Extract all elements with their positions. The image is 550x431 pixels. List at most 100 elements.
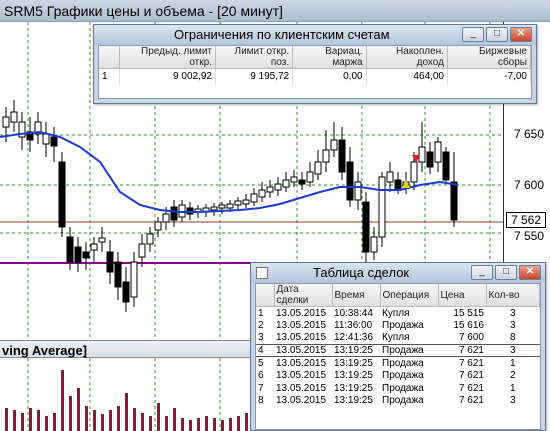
table-cell: 3 [258,332,264,344]
table-cell: 464,00 [366,68,448,85]
table-cell: 13.05.2015 [276,319,327,331]
table-row[interactable]: 2 13.05.2015 11:36:00 Продажа 15 616 3 [256,319,540,332]
column-header[interactable]: Накоплен. доход [366,46,448,69]
indicator-label: ving Average] [2,343,88,358]
table-cell: 13:19:25 [334,357,373,369]
table-cell: 8 [509,332,516,344]
limits-window-titlebar[interactable]: Ограничения по клиентским счетам _ □ ✕ [94,25,536,45]
main-window-titlebar[interactable]: SRM5 Графики цены и объема - [20 минут] [0,0,550,22]
limits-window[interactable]: Ограничения по клиентским счетам _ □ ✕ П… [93,24,537,104]
table-cell: 7 621 [458,357,484,369]
deals-window-title: Таблица сделок [313,265,410,280]
column-header[interactable]: Вариац. маржа [292,46,367,69]
column-header[interactable]: Дата сделки [274,284,333,307]
table-cell: 13.05.2015 [276,370,327,382]
table-row[interactable]: 4 13.05.2015 13:19:25 Продажа 7 621 3 [256,343,540,358]
restore-button[interactable]: □ [495,265,517,280]
table-cell: -7,00 [447,68,532,85]
window-title: SRM5 Графики цены и объема - [20 минут] [4,3,283,19]
current-price-tag: 7 562 [506,212,546,228]
column-header[interactable]: Время [332,284,381,307]
close-button[interactable]: ✕ [519,265,541,280]
column-header[interactable]: Кол-во [486,284,540,307]
table-row[interactable]: 1 9 002,92 9 195,72 0,00 464,00 -7,00 [99,68,532,85]
table-row[interactable]: 8 13.05.2015 13:19:25 Продажа 7 621 3 [256,395,540,408]
table-row[interactable]: 1 13.05.2015 10:38:44 Купля 15 515 3 [256,307,540,320]
table-row[interactable]: 7 13.05.2015 13:19:25 Продажа 7 621 1 [256,382,540,395]
column-header[interactable]: Биржевые сборы [447,46,532,69]
table-row[interactable]: 3 13.05.2015 12:41:36 Купля 7 600 8 [256,332,540,345]
deals-window-titlebar[interactable]: Таблица сделок _ □ ✕ [251,263,545,283]
table-cell: 1 [509,382,516,394]
table-cell: 13:19:25 [332,343,380,358]
table-cell: 7 600 [458,332,484,344]
price-tick: 7 600 [513,178,544,192]
table-cell: 2 [258,319,264,331]
table-cell: 13.05.2015 [276,307,327,319]
deals-table: Дата сделки Время Операция Цена Кол-во 1… [256,284,540,407]
table-cell: 6 [258,370,264,382]
table-cell: Продажа [382,395,424,407]
window-icon [256,267,268,279]
table-cell: 12:41:36 [334,332,373,344]
table-cell: 1 [258,307,264,319]
table-cell: 9 002,92 [119,68,216,85]
limits-table: Предыд. лимит откр. Лимит откр. поз. Вар… [99,46,532,85]
minimize-button[interactable]: _ [462,27,484,42]
table-cell: 11:36:00 [334,319,373,331]
deals-window[interactable]: Таблица сделок _ □ ✕ Дата сделки Время О… [250,262,546,431]
table-cell: 3 [509,307,516,319]
limits-window-title: Ограничения по клиентским счетам [174,27,390,42]
table-cell: 3 [486,343,540,358]
table-cell: 15 616 [453,319,484,331]
table-cell: 13.05.2015 [276,357,327,369]
table-cell: 13:19:25 [334,370,373,382]
table-cell: 3 [509,395,516,407]
column-header[interactable]: Операция [380,284,439,307]
price-tick: 7 650 [513,127,544,141]
table-cell: Купля [382,332,410,344]
indicator-header[interactable]: ving Average] [0,340,260,358]
table-cell: 13:19:25 [334,382,373,394]
table-cell: 15 515 [453,307,484,319]
column-header[interactable]: Предыд. лимит откр. [119,46,216,69]
table-cell: 4 [256,343,274,358]
column-header[interactable] [99,46,120,69]
column-header[interactable]: Лимит откр. поз. [215,46,294,69]
table-cell: 7 621 [458,382,484,394]
table-cell: 7 [258,382,264,394]
table-cell: Купля [382,307,410,319]
column-header[interactable]: Цена [438,284,487,307]
volume-panel[interactable] [0,358,260,431]
table-cell: 2 [509,370,516,382]
table-cell: 13:19:25 [334,395,373,407]
table-cell: 9 195,72 [215,68,294,85]
price-tick: 7 550 [513,229,544,243]
table-cell: Продажа [382,382,424,394]
table-cell: 13.05.2015 [274,343,332,358]
table-cell: 13.05.2015 [276,382,327,394]
table-cell: 1 [99,68,120,85]
column-header[interactable] [256,284,275,307]
minimize-button[interactable]: _ [471,265,493,280]
table-row[interactable]: 5 13.05.2015 13:19:25 Продажа 7 621 1 [256,357,540,370]
limits-table-container: Предыд. лимит откр. Лимит откр. поз. Вар… [98,45,532,99]
deals-table-container: Дата сделки Время Операция Цена Кол-во 1… [255,283,541,430]
table-cell: 3 [509,319,516,331]
table-cell: Продажа [382,370,424,382]
close-button[interactable]: ✕ [510,27,532,42]
table-cell: 5 [258,357,264,369]
table-cell: 13.05.2015 [276,332,327,344]
table-cell: 7 621 [458,370,484,382]
restore-button[interactable]: □ [486,27,508,42]
table-cell: 13.05.2015 [276,395,327,407]
table-row[interactable]: 6 13.05.2015 13:19:25 Продажа 7 621 2 [256,369,540,382]
table-cell: Продажа [380,343,438,358]
table-cell: 7 621 [458,395,484,407]
table-cell: 8 [258,395,264,407]
volume-chart [5,358,256,431]
table-cell: 1 [509,357,516,369]
table-cell: 10:38:44 [334,307,373,319]
table-cell: 7 621 [438,343,486,358]
table-cell: 0,00 [292,68,367,85]
